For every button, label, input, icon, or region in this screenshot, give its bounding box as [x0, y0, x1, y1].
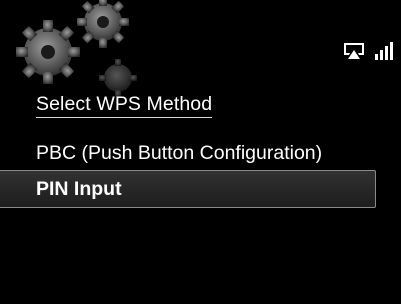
status-bar — [343, 42, 395, 60]
menu-item-pbc[interactable]: PBC (Push Button Configuration) — [36, 142, 322, 165]
wps-method-screen: Select WPS Method PBC (Push Button Confi… — [0, 0, 401, 304]
signal-strength-icon — [375, 42, 393, 60]
menu-item-pin-input[interactable]: PIN Input — [36, 178, 122, 201]
menu-title: Select WPS Method — [36, 93, 213, 118]
airplay-icon — [344, 43, 364, 59]
